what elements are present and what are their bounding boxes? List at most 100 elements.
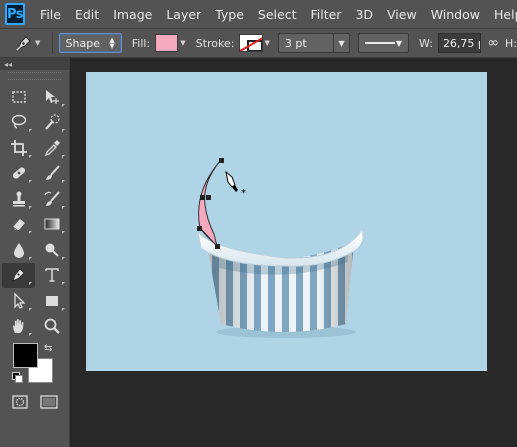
screen-mode-button[interactable] — [40, 393, 58, 415]
hand-icon — [12, 319, 23, 334]
rect-marquee-icon — [11, 91, 26, 103]
tool-hand[interactable] — [2, 314, 35, 340]
history-brush-icon — [43, 191, 60, 206]
options-bar: ▼ Shape ▲ ▼ Fill: ▼ Stroke: ▼ 3 pt ▼ ▼ W:… — [0, 28, 517, 58]
solid-line-icon — [365, 42, 396, 44]
pen-shape — [198, 159, 222, 248]
tool-quick-selection[interactable] — [35, 110, 68, 136]
menu-edit[interactable]: Edit — [68, 7, 106, 22]
tool-clone-stamp[interactable] — [2, 186, 35, 212]
submenu-indicator — [62, 154, 65, 158]
panel-grip[interactable] — [8, 72, 61, 80]
default-colors-icon[interactable] — [12, 372, 23, 383]
dodge-icon — [45, 243, 59, 257]
width-input[interactable]: 26,75 px — [437, 33, 482, 53]
fill-dropdown-icon[interactable]: ▼ — [180, 39, 185, 47]
tool-mode-select[interactable]: Shape ▲ ▼ — [58, 33, 122, 53]
stroke-color-swatch[interactable] — [239, 34, 263, 52]
menu-select[interactable]: Select — [251, 7, 304, 22]
tool-dodge[interactable] — [35, 237, 68, 263]
submenu-indicator — [62, 282, 65, 285]
updown-arrows-icon: ▲ ▼ — [109, 36, 115, 50]
svg-text:*: * — [241, 188, 246, 199]
submenu-indicator — [62, 256, 65, 260]
type-icon — [44, 268, 59, 282]
stroke-width-value: 3 pt — [284, 36, 307, 50]
anchor-point[interactable] — [200, 195, 205, 200]
color-swatches: ⇆ — [0, 341, 69, 387]
tool-crop[interactable] — [2, 135, 35, 161]
quick-mask-button[interactable] — [11, 393, 29, 415]
photoshop-logo: Ps — [5, 3, 26, 25]
menu-filter[interactable]: Filter — [303, 7, 348, 22]
menu-window[interactable]: Window — [424, 7, 487, 22]
submenu-indicator — [29, 129, 32, 132]
tool-eyedropper[interactable] — [35, 135, 68, 161]
tool-move[interactable] — [35, 84, 68, 110]
submenu-indicator — [62, 205, 65, 209]
panel-collapse-button[interactable]: ◂◂ — [0, 58, 69, 70]
menu-help[interactable]: Help — [487, 7, 517, 22]
submenu-indicator — [62, 231, 65, 234]
tool-path-selection[interactable] — [2, 288, 35, 314]
brush-icon — [45, 165, 60, 181]
submenu-indicator — [29, 180, 32, 183]
document-canvas[interactable]: * — [86, 72, 487, 371]
anchor-point[interactable] — [197, 226, 202, 231]
stroke-dropdown-icon[interactable]: ▼ — [265, 39, 270, 47]
link-icon[interactable]: ∞ — [487, 35, 499, 51]
anchor-point[interactable] — [215, 244, 220, 249]
tool-eraser[interactable] — [2, 212, 35, 238]
fill-label: Fill: — [131, 36, 151, 50]
tool-pen[interactable] — [2, 262, 35, 288]
tool-blur[interactable] — [2, 237, 35, 263]
anchor-point[interactable] — [219, 158, 224, 163]
drop-icon — [13, 242, 24, 258]
menu-3d[interactable]: 3D — [348, 7, 380, 22]
tools-panel: ◂◂ ⇆ — [0, 58, 70, 447]
bandage-icon — [12, 167, 25, 179]
pen-icon — [11, 268, 25, 283]
menu-image[interactable]: Image — [106, 7, 159, 22]
eyedropper-icon — [44, 139, 60, 156]
tool-history-brush[interactable] — [35, 186, 68, 212]
stroke-width-dropdown[interactable]: ▼ — [334, 33, 351, 53]
menu-layer[interactable]: Layer — [159, 7, 208, 22]
tool-healing-brush[interactable] — [2, 161, 35, 187]
submenu-indicator — [29, 256, 32, 260]
stamp-icon — [12, 191, 25, 207]
swap-colors-icon[interactable]: ⇆ — [44, 343, 52, 354]
foreground-color[interactable] — [13, 343, 38, 368]
menu-view[interactable]: View — [380, 7, 424, 22]
width-label: W: — [418, 36, 433, 50]
divider — [51, 32, 53, 54]
height-label: H: — [505, 36, 517, 50]
submenu-indicator — [29, 333, 32, 336]
submenu-indicator — [62, 129, 65, 132]
tool-brush[interactable] — [35, 161, 68, 187]
tool-rect-marquee[interactable] — [2, 84, 35, 110]
tool-type[interactable] — [35, 263, 68, 289]
anchor-point[interactable] — [206, 195, 211, 200]
lasso-icon — [11, 115, 26, 129]
chevron-down-icon: ▼ — [395, 38, 402, 48]
quick-mask-icon — [12, 395, 28, 409]
menu-bar: Ps File Edit Image Layer Type Select Fil… — [0, 0, 517, 28]
submenu-indicator — [29, 307, 32, 311]
fill-color-swatch[interactable] — [155, 34, 179, 52]
move-icon — [45, 89, 59, 104]
submenu-indicator — [29, 205, 32, 209]
tool-rectangle[interactable] — [35, 288, 68, 314]
menu-type[interactable]: Type — [208, 7, 251, 22]
tool-gradient[interactable] — [35, 212, 68, 238]
tool-preset-picker[interactable]: ▼ — [14, 32, 46, 54]
tool-zoom[interactable] — [35, 314, 68, 340]
tool-lasso[interactable] — [2, 110, 35, 136]
menu-file[interactable]: File — [33, 7, 68, 22]
screen-mode-icon — [40, 395, 58, 409]
submenu-indicator — [62, 103, 65, 107]
stroke-width-input[interactable]: 3 pt — [277, 33, 335, 53]
chevron-down-icon: ▼ — [35, 39, 41, 47]
artwork: * — [197, 158, 364, 338]
stroke-type-select[interactable]: ▼ — [358, 33, 409, 53]
